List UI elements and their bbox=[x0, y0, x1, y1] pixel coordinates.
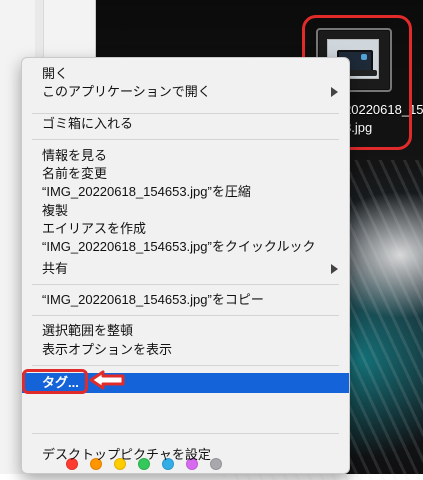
menu-item-label: 名前を変更 bbox=[42, 166, 108, 181]
menu-item-label: デスクトップピクチャを設定 bbox=[42, 447, 211, 462]
menu-item-make-alias[interactable]: エイリアスを作成 bbox=[22, 220, 349, 238]
menu-item-label: タグ... bbox=[42, 375, 79, 390]
menu-item-set-desktop-picture[interactable]: デスクトップピクチャを設定 bbox=[22, 446, 349, 464]
menu-item-share[interactable]: 共有 bbox=[22, 260, 349, 278]
menu-item-label: このアプリケーションで開く bbox=[42, 84, 211, 99]
menu-item-clean-up-selection[interactable]: 選択範囲を整頓 bbox=[22, 322, 349, 340]
menu-item-get-info[interactable]: 情報を見る bbox=[22, 147, 349, 165]
menu-item-move-to-trash[interactable]: ゴミ箱に入れる bbox=[22, 115, 349, 133]
menu-item-label: 複製 bbox=[42, 203, 69, 218]
chevron-right-icon bbox=[331, 264, 338, 274]
menu-item-label: 共有 bbox=[42, 261, 69, 276]
chevron-right-icon bbox=[331, 87, 338, 97]
menu-item-show-view-options[interactable]: 表示オプションを表示 bbox=[22, 341, 349, 359]
menu-item-label: ゴミ箱に入れる bbox=[42, 116, 134, 131]
menu-item-label: 表示オプションを表示 bbox=[42, 342, 173, 357]
menu-item-open[interactable]: 開く bbox=[22, 65, 349, 83]
menu-item-label: 選択範囲を整頓 bbox=[42, 323, 134, 338]
menu-item-label: “IMG_20220618_154653.jpg”を圧縮 bbox=[42, 184, 251, 199]
menu-separator bbox=[32, 315, 339, 316]
menu-separator bbox=[32, 284, 339, 285]
menu-item-label: 開く bbox=[42, 66, 69, 81]
menu-separator bbox=[32, 365, 339, 366]
menu-item-open-with[interactable]: このアプリケーションで開く bbox=[22, 83, 349, 101]
menu-item-quick-look[interactable]: “IMG_20220618_154653.jpg”をクイックルック bbox=[22, 238, 349, 256]
menu-separator bbox=[32, 113, 339, 114]
menu-separator bbox=[32, 139, 339, 140]
context-menu: 開く このアプリケーションで開く ゴミ箱に入れる 情報を見る 名前を変更 “IM… bbox=[21, 57, 350, 474]
menu-item-rename[interactable]: 名前を変更 bbox=[22, 165, 349, 183]
menu-item-duplicate[interactable]: 複製 bbox=[22, 202, 349, 220]
menu-item-tags[interactable]: タグ... bbox=[22, 373, 349, 393]
menu-item-copy[interactable]: “IMG_20220618_154653.jpg”をコピー bbox=[22, 291, 349, 309]
menu-item-label: “IMG_20220618_154653.jpg”をコピー bbox=[42, 292, 264, 307]
menu-item-compress[interactable]: “IMG_20220618_154653.jpg”を圧縮 bbox=[22, 183, 349, 201]
menu-item-label: 情報を見る bbox=[42, 148, 108, 163]
menu-separator bbox=[32, 433, 339, 434]
menu-item-label: “IMG_20220618_154653.jpg”をクイックルック bbox=[42, 239, 316, 254]
menu-item-label: エイリアスを作成 bbox=[42, 221, 147, 236]
